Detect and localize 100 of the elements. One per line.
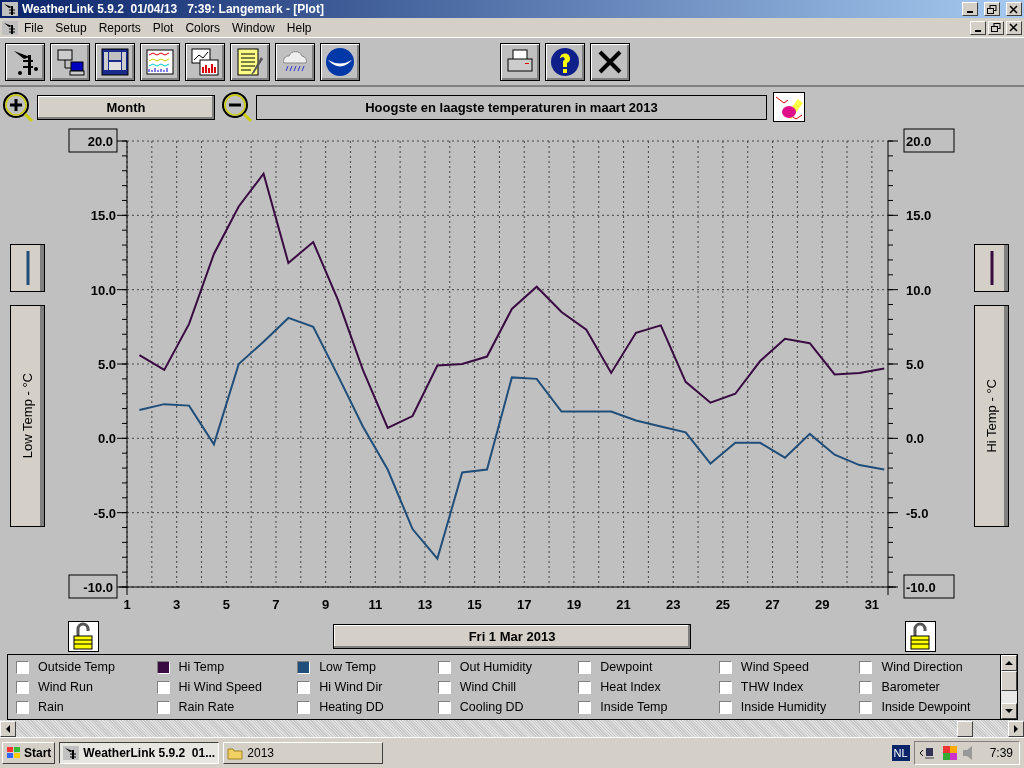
legend-checkbox[interactable]: [437, 680, 451, 694]
x-tick-label: 19: [566, 597, 582, 612]
menu-item[interactable]: File: [18, 20, 50, 35]
left-arrow-icon: [4, 724, 12, 733]
clock: 7:39: [989, 746, 1013, 760]
legend-checkbox[interactable]: [156, 660, 170, 674]
language-indicator[interactable]: NL: [891, 745, 910, 761]
bird-emblem-icon: [325, 46, 355, 77]
legend-checkbox[interactable]: [297, 660, 311, 674]
scroll-right-button[interactable]: [1008, 720, 1024, 737]
print-button[interactable]: [500, 42, 540, 81]
scrollbar-thumb[interactable]: [957, 720, 973, 737]
legend-label: Dewpoint: [600, 660, 653, 674]
minimize-button[interactable]: [970, 20, 986, 35]
taskbar-button[interactable]: 2013: [223, 742, 384, 764]
y-tick-label: 0.0: [906, 431, 925, 447]
legend-checkbox[interactable]: [578, 660, 592, 674]
x-tick-label: 23: [666, 597, 681, 612]
legend-checkbox[interactable]: [437, 700, 451, 714]
notepad-button[interactable]: [230, 42, 270, 81]
axis-label-button[interactable]: Low Temp - °C: [10, 305, 45, 527]
y-limit-field[interactable]: 20.0: [903, 128, 955, 153]
y-tick-label: -10.0: [83, 580, 113, 595]
legend-checkbox[interactable]: [578, 680, 592, 694]
zoom-out-button[interactable]: [221, 91, 253, 123]
legend-checkbox[interactable]: [578, 700, 592, 714]
legend-checkbox[interactable]: [297, 680, 311, 694]
scrollbar-thumb[interactable]: [1001, 671, 1017, 691]
legend-checkbox[interactable]: [718, 700, 732, 714]
colored-tiles-icon[interactable]: [941, 745, 958, 761]
restore-button[interactable]: [984, 2, 1000, 16]
eraser-button[interactable]: [773, 92, 805, 122]
help-button[interactable]: [545, 42, 585, 81]
restore-button[interactable]: [988, 20, 1004, 35]
x-tick-label: 25: [715, 597, 731, 612]
plot-title-field[interactable]: Hoogste en laagste temperaturen in maart 2013: [256, 94, 767, 120]
x-tick-label: 11: [368, 597, 383, 612]
scroll-left-button[interactable]: [0, 720, 16, 737]
series-color-button[interactable]: [974, 244, 1009, 292]
date-button[interactable]: Fri 1 Mar 2013: [333, 624, 691, 649]
menu-item[interactable]: Window: [226, 20, 281, 35]
menu-item[interactable]: Setup: [49, 20, 93, 35]
axis-lock-button[interactable]: [905, 621, 936, 652]
legend-label: Rain: [38, 700, 64, 714]
strip-chart-button[interactable]: [140, 42, 180, 81]
web-button[interactable]: [320, 42, 360, 81]
legend-label: Inside Dewpoint: [881, 700, 971, 714]
legend-checkbox[interactable]: [859, 700, 873, 714]
plot-button[interactable]: [185, 42, 225, 81]
app-icon: [2, 20, 18, 35]
scroll-up-button[interactable]: [1001, 655, 1017, 671]
y-limit-field[interactable]: -10.0: [68, 574, 118, 599]
x-tick-label: 7: [272, 597, 280, 612]
axis-label-button[interactable]: Hi Temp - °C: [974, 305, 1009, 527]
scroll-down-button[interactable]: [1001, 703, 1017, 719]
y-limit-field[interactable]: -10.0: [903, 574, 955, 599]
menu-item[interactable]: Colors: [179, 20, 227, 35]
close-icon: [1009, 4, 1019, 14]
legend-label: Out Humidity: [459, 660, 532, 674]
start-button[interactable]: Start: [2, 742, 56, 764]
y-tick-label: 5.0: [97, 357, 116, 372]
zoom-in-button[interactable]: [2, 91, 34, 123]
legend-checkbox[interactable]: [718, 660, 732, 674]
station-button[interactable]: [5, 42, 45, 81]
legend-label: Wind Direction: [881, 660, 963, 674]
minimize-button[interactable]: [962, 2, 978, 16]
menu-item[interactable]: Reports: [92, 20, 147, 35]
legend-checkbox[interactable]: [297, 700, 311, 714]
x-tick-label: 29: [814, 597, 830, 612]
menu-item[interactable]: Plot: [146, 20, 180, 35]
period-button[interactable]: Month: [37, 94, 215, 120]
y-tick-label: 15.0: [906, 208, 932, 224]
series-color-button[interactable]: [10, 244, 45, 292]
windows-flag-icon: [6, 746, 22, 760]
legend-checkbox[interactable]: [718, 680, 732, 694]
bulletin-button[interactable]: [95, 42, 135, 81]
minimize-icon: [967, 11, 973, 13]
legend-checkbox[interactable]: [16, 700, 29, 714]
weather-button[interactable]: [275, 42, 315, 81]
taskbar-button[interactable]: WeatherLink 5.9.2 01...: [59, 742, 220, 764]
legend-label: Barometer: [881, 680, 940, 694]
x-tick-label: 1: [123, 597, 131, 612]
legend-checkbox[interactable]: [16, 660, 29, 674]
legend-checkbox[interactable]: [859, 680, 873, 694]
folder-icon: [227, 746, 244, 760]
legend-checkbox[interactable]: [16, 680, 29, 694]
x-tick-label: 27: [765, 597, 780, 612]
menu-item[interactable]: Help: [280, 20, 318, 35]
legend-label: Hi Wind Speed: [178, 680, 262, 694]
legend-checkbox[interactable]: [859, 660, 873, 674]
help-icon: [550, 46, 580, 77]
axis-lock-button[interactable]: [68, 621, 99, 652]
legend-label: Wind Speed: [740, 660, 809, 674]
legend-checkbox[interactable]: [437, 660, 451, 674]
y-limit-field[interactable]: 20.0: [68, 128, 118, 153]
legend-checkbox[interactable]: [156, 680, 170, 694]
legend-checkbox[interactable]: [156, 700, 170, 714]
legend-label: Rain Rate: [178, 700, 235, 714]
close-button[interactable]: [590, 42, 630, 81]
download-button[interactable]: [50, 42, 90, 81]
